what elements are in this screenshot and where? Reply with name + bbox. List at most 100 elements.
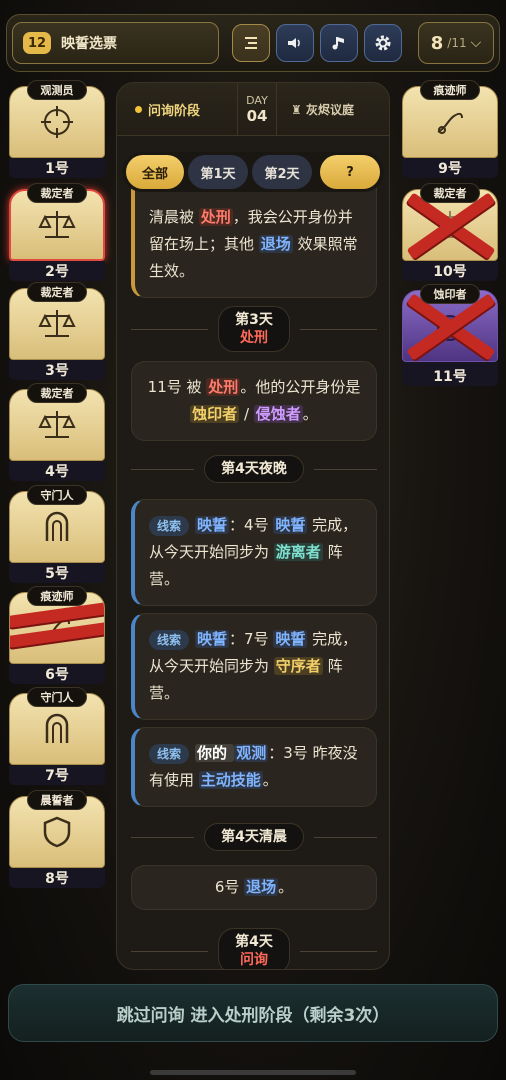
keyword-faction: 游离者 xyxy=(273,543,323,561)
keyword-role: 蚀印者 xyxy=(190,405,240,423)
log-message: 6号 退场。 xyxy=(131,865,377,910)
room-badge: 12 xyxy=(23,32,51,54)
divider-pill: 第3天 处刑 xyxy=(218,306,290,352)
player-number: 10号 xyxy=(402,261,498,281)
scales-icon xyxy=(38,411,76,438)
filter-all[interactable]: 全部 xyxy=(126,155,184,189)
player-card-4[interactable]: 裁定者 4号 xyxy=(9,383,105,481)
text: / xyxy=(239,405,254,423)
player-number: 4号 xyxy=(9,461,105,481)
player-card-8[interactable]: 晨誓者 8号 xyxy=(9,790,105,888)
room-title: 映誓选票 xyxy=(61,36,117,52)
location-icon: ♜ xyxy=(291,102,306,117)
keyword: 映誓 xyxy=(195,630,230,648)
player-role: 观测员 xyxy=(27,80,87,100)
log-message: 11号 被 处刑 。他的公开身份是 蚀印者 / 侵蚀者。 xyxy=(131,361,377,441)
trace-icon xyxy=(437,112,463,134)
player-number: 5号 xyxy=(9,563,105,583)
text: 。 xyxy=(278,878,294,896)
text: 。 xyxy=(302,405,318,423)
divider-pill: 第4天问询 xyxy=(218,928,290,969)
keyword: 你的 xyxy=(195,744,235,762)
menu-button[interactable] xyxy=(232,24,270,62)
day-divider: 第4天夜晚 xyxy=(131,453,377,485)
player-card-9[interactable]: 痕迹师 9号 xyxy=(402,80,498,178)
menu-icon xyxy=(245,37,257,49)
skip-inquiry-button[interactable]: 跳过问询 进入处刑阶段（剩余3次） xyxy=(8,984,498,1042)
music-button[interactable] xyxy=(320,24,358,62)
gate-icon xyxy=(45,713,69,743)
day-divider: 第4天清晨 xyxy=(131,821,377,853)
music-icon xyxy=(332,37,344,50)
player-role: 裁定者 xyxy=(27,183,87,203)
keyword-faction: 守序者 xyxy=(273,657,323,675)
player-role: 痕迹师 xyxy=(27,586,87,606)
player-role: 裁定者 xyxy=(27,383,87,403)
player-count-current: 8 xyxy=(430,32,444,54)
player-number: 3号 xyxy=(9,360,105,380)
home-indicator xyxy=(150,1070,356,1075)
shield-icon xyxy=(43,816,71,848)
player-number: 7号 xyxy=(9,765,105,785)
keyword: 主动技能 xyxy=(198,771,263,789)
day-number: 04 xyxy=(246,106,268,125)
player-number: 6号 xyxy=(9,664,105,684)
player-number: 2号 xyxy=(9,261,105,281)
player-card-7[interactable]: 守门人 7号 xyxy=(9,687,105,785)
player-card-6[interactable]: 痕迹师 6号 xyxy=(9,586,105,684)
volume-icon xyxy=(288,38,300,48)
divider-title: 第4天 xyxy=(235,934,273,950)
log-clue: 线索 映誓 ：4号 映誓 完成，从今天开始同步为 游离者 阵营。 xyxy=(131,499,377,606)
location-label: 灰烬议庭 xyxy=(305,102,354,117)
filter-day-1[interactable]: 第1天 xyxy=(188,155,248,189)
current-phase: 问询阶段 xyxy=(135,100,235,119)
event-log-panel[interactable]: 问询阶段 DAY 04 ♜ 灰烬议庭 清晨被 处刑 ，我会公开身份并留在场上；其他… xyxy=(116,82,390,970)
player-number: 9号 xyxy=(402,158,498,178)
room-title-pill[interactable]: 12 映誓选票 xyxy=(12,22,219,64)
player-count-total: /11 xyxy=(447,36,467,50)
player-role: 裁定者 xyxy=(27,282,87,302)
day-label: DAY xyxy=(246,93,268,107)
player-role: 痕迹师 xyxy=(420,80,480,100)
settings-button[interactable] xyxy=(364,24,402,62)
day-divider: 第4天问询 xyxy=(131,928,377,969)
keyword: 观测 xyxy=(234,744,269,762)
divider-title: 第3天 xyxy=(235,312,273,328)
text: 。 xyxy=(262,771,278,789)
divider-pill: 第4天夜晚 xyxy=(204,455,304,483)
player-card-11[interactable]: 蚀印者 11号 xyxy=(402,284,498,386)
keyword-role: 侵蚀者 xyxy=(253,405,303,423)
filter-day-2[interactable]: 第2天 xyxy=(252,155,312,189)
player-card-10[interactable]: 裁定者 10号 xyxy=(402,183,498,281)
player-count-dropdown[interactable]: 8 /11 ⌵ xyxy=(418,22,494,64)
text: 6号 xyxy=(214,878,245,896)
gate-icon xyxy=(45,511,69,541)
scales-icon xyxy=(38,211,76,238)
divider-sub: 问询 xyxy=(240,952,268,968)
volume-button[interactable] xyxy=(276,24,314,62)
player-role: 守门人 xyxy=(27,485,87,505)
text: ：7号 xyxy=(229,630,274,648)
keyword: 映誓 xyxy=(273,516,308,534)
clue-tag: 线索 xyxy=(149,515,190,536)
player-role: 守门人 xyxy=(27,687,87,707)
player-card-5[interactable]: 守门人 5号 xyxy=(9,485,105,583)
log-clue: 线索 映誓 ：7号 映誓 完成，从今天开始同步为 守序者 阵营。 xyxy=(131,613,377,720)
scales-icon xyxy=(38,310,76,337)
location: ♜ 灰烬议庭 xyxy=(291,101,354,118)
clue-tag: 线索 xyxy=(149,743,190,764)
player-role: 裁定者 xyxy=(420,183,480,203)
phase-bar: 问询阶段 DAY 04 ♜ 灰烬议庭 xyxy=(117,83,389,136)
player-card-1[interactable]: 观测员 1号 xyxy=(9,80,105,178)
player-number: 8号 xyxy=(9,868,105,888)
keyword: 映誓 xyxy=(273,630,308,648)
divider-pill: 第4天清晨 xyxy=(204,823,304,851)
player-card-2[interactable]: 裁定者 2号 xyxy=(9,183,105,281)
day-indicator: DAY 04 xyxy=(237,83,277,135)
player-card-3[interactable]: 裁定者 3号 xyxy=(9,282,105,380)
text: 。他的公开身份是 xyxy=(240,378,361,396)
keyword-exit: 退场 xyxy=(258,235,293,253)
log-filter-tabs: 全部 第1天 第2天 ? xyxy=(122,152,384,192)
help-button[interactable]: ? xyxy=(320,155,380,189)
player-role: 晨誓者 xyxy=(27,790,87,810)
